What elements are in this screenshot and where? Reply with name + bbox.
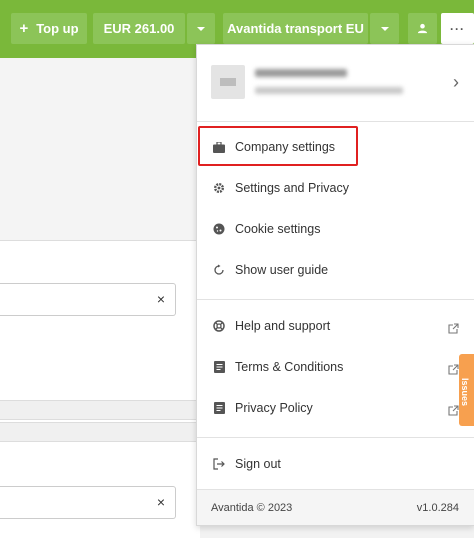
menu-item-cookie-settings[interactable]: Cookie settings xyxy=(197,209,474,249)
sign-out-icon xyxy=(213,458,225,470)
menu-item-label: Terms & Conditions xyxy=(235,360,344,374)
profile-item[interactable]: › xyxy=(197,45,474,121)
external-link-icon xyxy=(448,321,459,334)
menu-item-label: Show user guide xyxy=(235,263,329,277)
highlight-box xyxy=(198,126,358,166)
menu-item-label: Cookie settings xyxy=(235,222,321,236)
table-header-strip xyxy=(0,400,200,420)
filter-input-1[interactable]: × xyxy=(0,283,176,316)
menu-item-sign-out[interactable]: Sign out xyxy=(197,444,474,484)
menu-item-label: Help and support xyxy=(235,319,331,333)
divider xyxy=(197,299,474,300)
feedback-tab-label: Issues xyxy=(460,378,470,407)
clear-icon[interactable]: × xyxy=(157,494,165,510)
copyright-text: Avantida © 2023 xyxy=(211,502,293,514)
menu-item-terms[interactable]: Terms & Conditions xyxy=(197,347,474,387)
user-email-redacted xyxy=(255,87,403,94)
balance-label: EUR 261.00 xyxy=(103,21,175,36)
menu-item-label: Settings and Privacy xyxy=(235,181,349,195)
caret-down-icon xyxy=(197,26,205,31)
gear-icon xyxy=(213,182,225,194)
menu-item-user-guide[interactable]: Show user guide xyxy=(197,250,474,290)
caret-down-icon xyxy=(380,26,389,31)
menu-item-help-support[interactable]: Help and support xyxy=(197,306,474,346)
more-icon: ··· xyxy=(450,21,465,36)
company-dropdown-button[interactable] xyxy=(370,13,399,44)
menu-item-label: Sign out xyxy=(235,457,281,471)
version-text: v1.0.284 xyxy=(416,502,459,514)
user-button[interactable] xyxy=(408,13,437,44)
external-link-icon xyxy=(448,362,459,375)
more-button[interactable]: ··· xyxy=(441,13,474,44)
filter-input-2[interactable]: × xyxy=(0,486,176,519)
feedback-tab[interactable]: Issues xyxy=(459,354,474,426)
cookie-icon xyxy=(213,223,225,235)
company-button[interactable]: Avantida transport EU xyxy=(223,13,368,44)
lifebuoy-icon xyxy=(213,320,225,332)
divider xyxy=(197,437,474,438)
avatar xyxy=(211,65,245,99)
user-menu: › Company settings Settings and Privacy … xyxy=(196,44,474,526)
chevron-right-icon: › xyxy=(453,72,459,92)
menu-item-label: Privacy Policy xyxy=(235,401,313,415)
external-link-icon xyxy=(448,403,459,416)
balance-button[interactable]: EUR 261.00 xyxy=(93,13,185,44)
top-up-label: Top up xyxy=(36,21,79,36)
menu-item-settings-privacy[interactable]: Settings and Privacy xyxy=(197,168,474,208)
plus-icon: + xyxy=(19,20,29,37)
document-icon xyxy=(213,402,225,414)
menu-footer: Avantida © 2023 v1.0.284 xyxy=(197,489,474,525)
menu-item-privacy-policy[interactable]: Privacy Policy xyxy=(197,388,474,428)
table-header-strip-2 xyxy=(0,422,200,442)
document-icon xyxy=(213,361,225,373)
clear-icon[interactable]: × xyxy=(157,291,165,307)
top-up-button[interactable]: + Top up xyxy=(11,13,87,44)
divider xyxy=(197,121,474,122)
refresh-icon xyxy=(213,264,225,276)
company-label: Avantida transport EU xyxy=(227,21,364,36)
user-name-redacted xyxy=(255,69,347,77)
balance-dropdown-button[interactable] xyxy=(187,13,215,44)
user-icon xyxy=(417,23,428,34)
